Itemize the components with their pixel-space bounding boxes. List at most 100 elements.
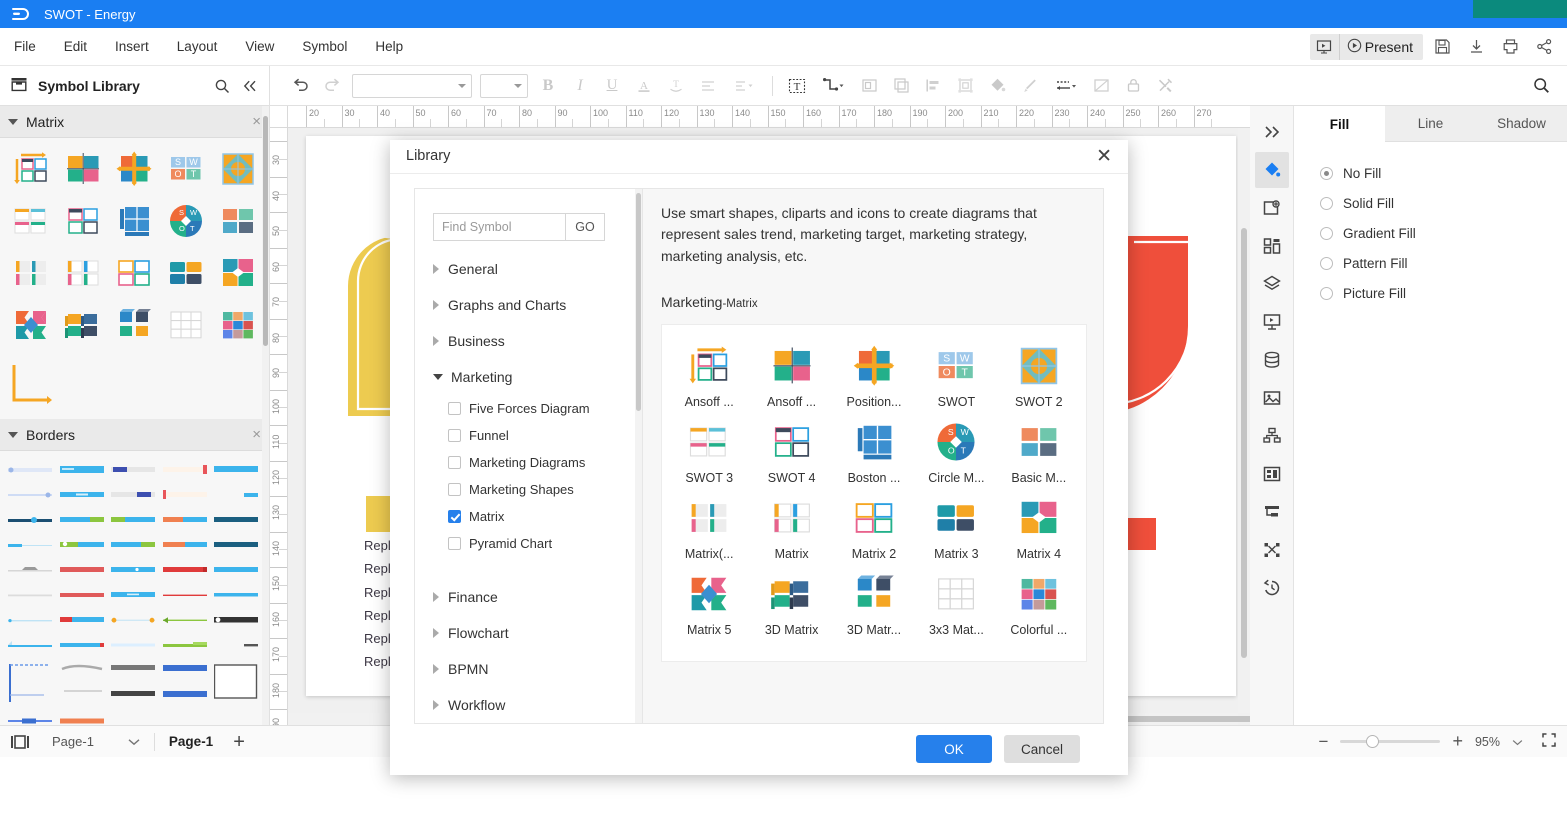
checkbox[interactable] (448, 536, 461, 550)
border-item[interactable] (111, 513, 158, 527)
border-item[interactable] (111, 538, 158, 552)
align-icon[interactable] (692, 71, 724, 101)
menu-insert[interactable]: Insert (101, 35, 163, 58)
category-flowchart[interactable]: Flowchart (415, 615, 642, 651)
swot-2-icon[interactable] (215, 148, 261, 190)
zoom-slider-knob[interactable] (1366, 735, 1380, 748)
border-item[interactable] (60, 663, 107, 703)
close-icon[interactable]: × (252, 426, 261, 443)
border-item[interactable] (8, 488, 55, 502)
matrix-2-icon[interactable] (112, 252, 158, 294)
border-item[interactable] (162, 513, 210, 527)
radio-button[interactable] (1320, 256, 1333, 270)
line-spacing-icon[interactable] (724, 71, 764, 101)
border-item[interactable] (111, 638, 158, 652)
positioning-map-icon[interactable] (112, 148, 158, 190)
border-item[interactable] (59, 588, 107, 602)
present-button[interactable]: Present (1340, 34, 1423, 60)
tab-fill[interactable]: Fill (1294, 106, 1385, 142)
border-item[interactable] (111, 663, 158, 703)
menu-file[interactable]: File (0, 35, 50, 58)
category-general[interactable]: General (415, 251, 642, 287)
font-size-select[interactable] (480, 73, 528, 98)
symbol-matrix-3[interactable]: Matrix 3 (915, 491, 997, 561)
rotate-icon[interactable] (949, 71, 981, 101)
checkbox[interactable] (448, 401, 461, 415)
border-item[interactable] (214, 588, 261, 602)
symbol-basic-matrix[interactable]: Basic M... (998, 415, 1080, 485)
axis-shape-icon[interactable] (8, 362, 261, 409)
double-chevron-left-icon[interactable] (237, 73, 263, 99)
symbol-ansoff-matrix[interactable]: Ansoff ... (668, 339, 750, 409)
matrix-3d-2-icon[interactable] (112, 304, 158, 346)
menu-symbol[interactable]: Symbol (288, 35, 361, 58)
border-item[interactable] (8, 638, 55, 652)
font-family-select[interactable] (352, 73, 472, 98)
border-item[interactable] (111, 588, 158, 602)
border-item[interactable] (8, 663, 55, 703)
radio-button[interactable] (1320, 286, 1333, 300)
border-item[interactable] (8, 613, 55, 627)
symbol-positioning-map[interactable]: Position... (833, 339, 915, 409)
fill-icon[interactable] (1254, 152, 1289, 188)
chevron-down-icon[interactable] (1512, 734, 1523, 749)
leaf-matrix[interactable]: Matrix (415, 503, 642, 530)
canvas-vertical-scrollbar[interactable] (1238, 128, 1250, 713)
tab-shadow[interactable]: Shadow (1476, 106, 1567, 142)
border-item[interactable] (59, 488, 107, 502)
page-view-icon[interactable] (10, 734, 30, 750)
ansoff-matrix-icon[interactable] (8, 148, 54, 190)
symbol-colorful-matrix[interactable]: Colorful ... (998, 567, 1080, 637)
tab-line[interactable]: Line (1385, 106, 1476, 142)
border-item[interactable] (214, 613, 261, 627)
leaf-five-forces-diagram[interactable]: Five Forces Diagram (415, 395, 642, 422)
group-icon[interactable] (853, 71, 885, 101)
triangle-down-icon[interactable] (8, 431, 18, 438)
border-item[interactable] (162, 563, 210, 577)
matrix-variant-icon[interactable] (8, 252, 54, 294)
fill-option-no-fill[interactable]: No Fill (1320, 158, 1567, 188)
tree-scrollbar[interactable] (635, 188, 642, 723)
org-chart-icon[interactable] (1255, 418, 1289, 454)
zoom-slider[interactable] (1340, 735, 1441, 748)
connector-icon[interactable] (813, 71, 853, 101)
bold-icon[interactable]: B (532, 71, 564, 101)
presentation-icon[interactable] (1255, 304, 1289, 340)
symbol-swot-2[interactable]: SWOT 2 (998, 339, 1080, 409)
border-item[interactable] (111, 563, 158, 577)
close-icon[interactable]: × (252, 113, 261, 130)
border-item[interactable] (162, 638, 210, 652)
zoom-in-button[interactable]: + (1452, 731, 1463, 752)
leaf-pyramid-chart[interactable]: Pyramid Chart (415, 530, 642, 557)
symbol-3d-matrix-2[interactable]: 3D Matr... (833, 567, 915, 637)
distribute-icon[interactable] (1255, 532, 1289, 568)
border-item[interactable] (162, 538, 210, 552)
italic-icon[interactable]: I (564, 71, 596, 101)
symbol-matrix-4[interactable]: Matrix 4 (998, 491, 1080, 561)
undo-icon[interactable] (284, 71, 316, 101)
border-item[interactable] (8, 538, 55, 552)
category-workflow[interactable]: Workflow (415, 687, 642, 723)
shape-settings-icon[interactable] (1255, 190, 1289, 226)
border-item[interactable] (214, 563, 261, 577)
checkbox[interactable] (448, 482, 461, 496)
border-item[interactable] (59, 613, 107, 627)
border-item[interactable] (8, 463, 55, 477)
colorful-matrix-icon[interactable] (215, 304, 261, 346)
indent-icon[interactable] (1255, 494, 1289, 530)
leaf-marketing-diagrams[interactable]: Marketing Diagrams (415, 449, 642, 476)
font-color-icon[interactable]: A (628, 71, 660, 101)
symbol-matrix-5[interactable]: Matrix 5 (668, 567, 750, 637)
fill-option-gradient-fill[interactable]: Gradient Fill (1320, 218, 1567, 248)
swot-3-icon[interactable] (8, 200, 54, 242)
matrix-icon[interactable] (60, 252, 106, 294)
fit-screen-icon[interactable] (1541, 732, 1557, 751)
basic-matrix-icon[interactable] (215, 200, 261, 242)
sidebar-scroll-thumb[interactable] (263, 116, 268, 346)
category-finance[interactable]: Finance (415, 579, 642, 615)
border-item[interactable] (214, 463, 261, 477)
menu-layout[interactable]: Layout (163, 35, 232, 58)
matrix-4-icon[interactable] (215, 252, 261, 294)
border-item[interactable] (111, 463, 158, 477)
canvas-icon[interactable] (1085, 71, 1117, 101)
